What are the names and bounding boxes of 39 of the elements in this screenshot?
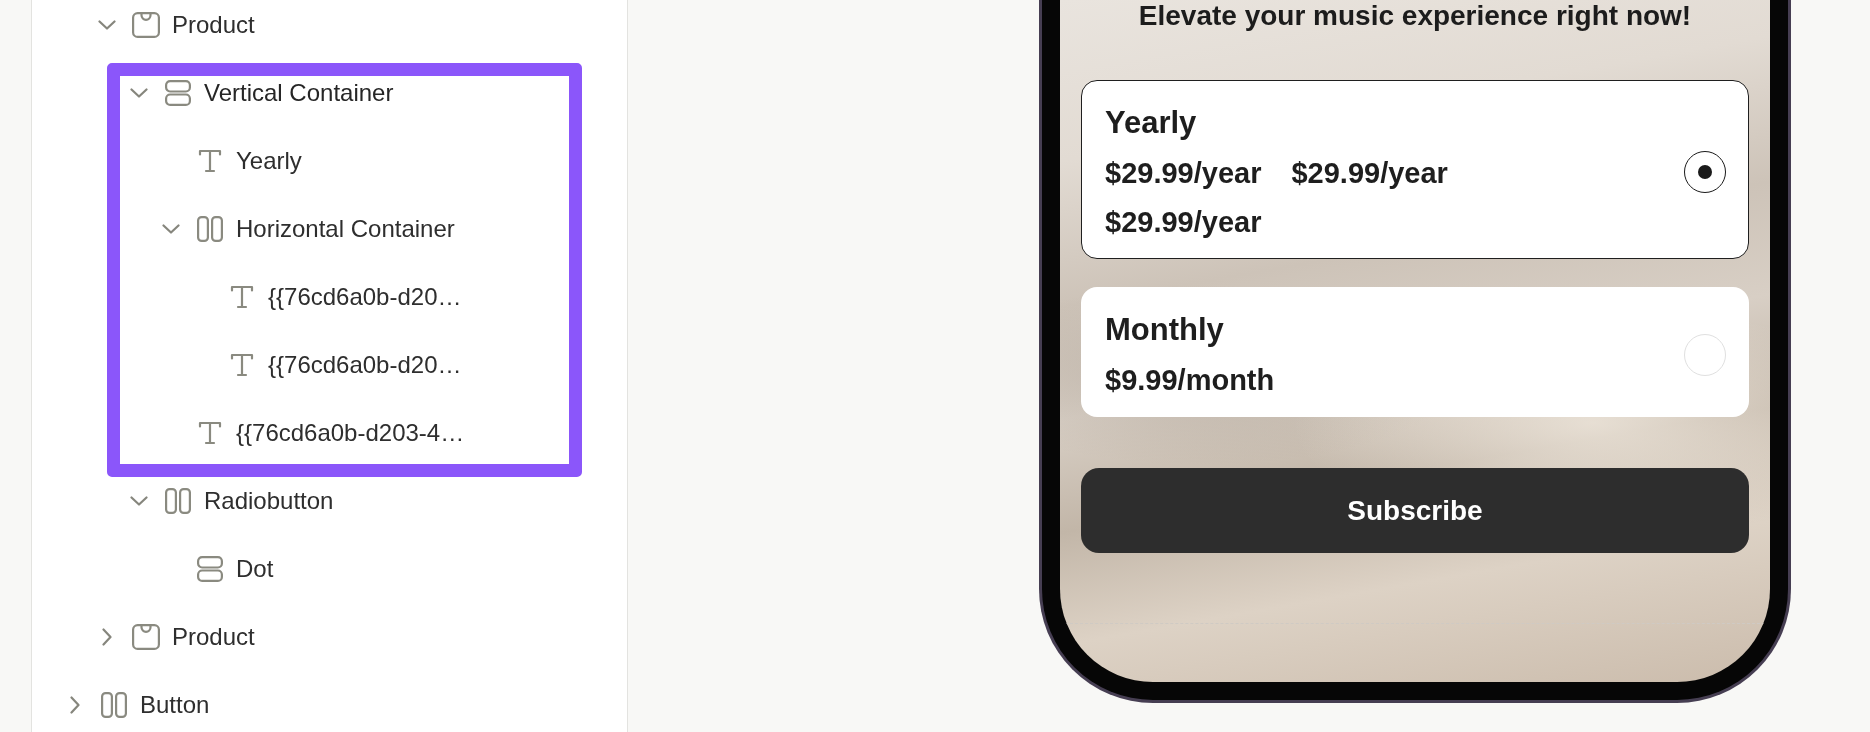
tree-item[interactable]: Yearly [162,145,302,177]
tree-item[interactable]: Horizontal Container [162,213,455,245]
plan-title: Yearly [1105,105,1198,141]
tree-item[interactable]: Vertical Container [130,77,394,109]
plan-price: $29.99/year [1105,156,1262,190]
chevron-down-icon[interactable] [130,88,148,98]
plan-price: $9.99/month [1105,363,1275,397]
screen-heading: Elevate your music experience right now! [1137,0,1693,32]
bag-icon [132,12,160,38]
plan-price: $29.99/year [1105,206,1262,238]
text-icon [198,421,222,445]
bag-icon [132,624,160,650]
columns-icon [197,216,223,242]
rows-icon [197,556,223,582]
text-icon [198,149,222,173]
rows-icon [165,80,191,106]
chevron-down-icon[interactable] [130,496,148,506]
chevron-down-icon[interactable] [98,20,116,30]
tree-item[interactable]: {{76cd6a0b-d20… [194,349,462,381]
chevron-down-icon[interactable] [162,224,180,234]
chevron-right-icon[interactable] [102,628,112,646]
tree-item[interactable]: Button [66,689,210,721]
chevron-right-icon[interactable] [70,696,80,714]
tree-item[interactable]: Product [98,621,255,653]
plan-price: $29.99/year [1291,156,1448,190]
plan-card[interactable]: Yearly $29.99/year $29.99/year $29.99/year [1081,80,1749,259]
tree-item[interactable]: Radiobutton [130,485,334,517]
plan-card[interactable]: Monthly $9.99/month [1081,287,1749,417]
text-icon [230,285,254,309]
columns-icon [101,692,127,718]
radio-button[interactable] [1684,151,1726,193]
subscribe-button[interactable]: Subscribe [1081,468,1749,553]
plan-title: Monthly [1105,312,1225,348]
tree-item[interactable]: {{76cd6a0b-d203-4… [162,417,465,449]
columns-icon [165,488,191,514]
tree-item[interactable]: {{76cd6a0b-d20… [194,281,462,313]
tree-item[interactable]: Product [98,9,255,41]
text-icon [230,353,254,377]
tree-item[interactable]: Dot [162,553,274,585]
